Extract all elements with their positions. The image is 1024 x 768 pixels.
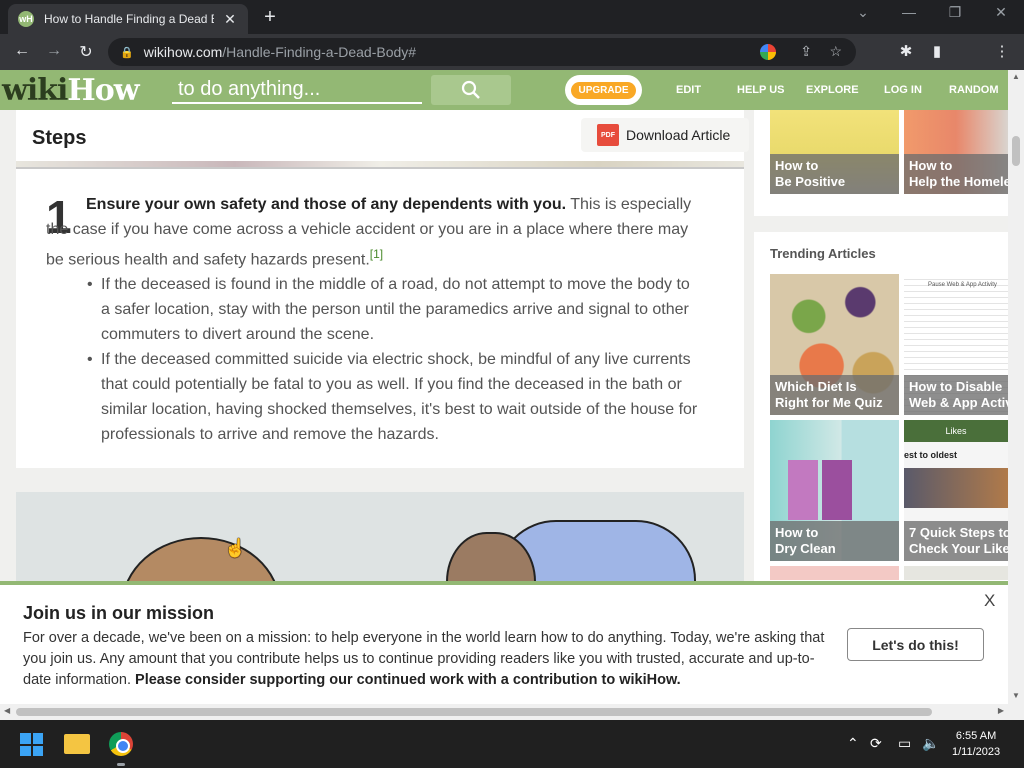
related-card-be-positive[interactable]: How to Be Positive [770,110,899,194]
vertical-scrollbar[interactable]: ▲ ▼ [1008,70,1024,704]
wikihow-header: wikiHow to do anything... UPGRADE EDIT H… [0,70,1008,110]
upgrade-button[interactable]: UPGRADE [565,75,642,105]
address-bar[interactable]: 🔒 wikihow.com/Handle-Finding-a-Dead-Body… [108,38,856,66]
forward-button[interactable]: → [42,42,66,60]
steps-heading: Steps [32,127,87,149]
thumb-text: est to oldest [904,450,958,460]
trending-card-instagram-likes[interactable]: Likes est to oldest 7 Quick Steps to Chec… [904,420,1008,561]
active-app-indicator [117,763,125,766]
trending-card-disable-web-activity[interactable]: Pause Web & App Activity How to Disable W… [904,274,1008,415]
trending-card-partial[interactable] [904,566,1008,580]
file-explorer-icon[interactable] [64,734,90,754]
download-article-button[interactable]: PDF Download Article [581,118,749,152]
mouse-cursor-icon: ☝ [224,538,247,558]
reload-button[interactable]: ↻ [74,42,98,62]
related-card-help-homeless[interactable]: How toHelp the Homeless [904,110,1008,194]
url-text: wikihow.com/Handle-Finding-a-Dead-Body# [143,44,417,60]
new-tab-button[interactable]: + [258,6,282,29]
tab-close-icon[interactable]: ✕ [222,11,238,28]
nav-explore[interactable]: EXPLORE [806,84,859,96]
trending-card-dry-clean[interactable]: How to Dry Clean [770,420,899,561]
volume-icon[interactable]: 🔈 [922,735,939,752]
nav-random[interactable]: RANDOM [949,84,999,96]
thumb-photos [904,468,1008,508]
network-icon[interactable]: ▭ [898,735,911,752]
minimize-button[interactable]: — [894,4,924,20]
thumb-shirt [788,460,818,520]
scrollbar-thumb[interactable] [16,708,932,716]
back-button[interactable]: ← [10,42,34,60]
wikihow-favicon-icon: wH [18,11,34,27]
search-button[interactable] [431,75,511,105]
nav-help-us[interactable]: HELP US [737,84,784,96]
scrollbar-thumb[interactable] [1012,136,1020,166]
donation-banner: Join us in our mission For over a decade… [0,581,1008,704]
trending-card-diet-quiz[interactable]: Which Diet Is Right for Me Quiz [770,274,899,415]
card-label: How to DisableWeb & App Activity for You… [904,375,1008,415]
related-articles: How toBe Positive How toHelp the Homeles… [754,110,1008,216]
list-item: If the deceased committed suicide via el… [87,347,701,447]
sync-icon[interactable]: ⟳ [870,735,882,752]
step-image-bottom-edge [16,161,744,169]
trending-card-partial[interactable] [770,566,899,580]
lock-icon: 🔒 [120,46,134,59]
banner-title: Join us in our mission [23,603,215,623]
tab-title: How to Handle Finding a Dead Body [44,12,214,26]
card-label: 7 Quick Steps toCheck Your Likes History… [904,521,1008,561]
list-item: If the deceased is found in the middle o… [87,272,701,347]
scroll-left-icon[interactable]: ◀ [4,706,10,715]
side-panel-icon[interactable]: ▮ [926,42,948,60]
card-label: How to Be Positive [770,154,899,194]
nav-edit[interactable]: EDIT [676,84,701,96]
browser-tab[interactable]: wH How to Handle Finding a Dead Body ✕ [8,4,248,34]
citation-link[interactable]: [1] [370,247,383,261]
nav-log-in[interactable]: LOG IN [884,84,922,96]
thumb-shirt [822,460,852,520]
card-label: How to Dry Clean [770,521,899,561]
share-icon[interactable]: ⇪ [800,43,812,60]
horizontal-scrollbar[interactable]: ◀ ▶ [0,704,1024,720]
card-label: Which Diet Is Right for Me Quiz [770,375,899,415]
lets-do-this-button[interactable]: Let's do this! [847,628,984,661]
browser-toolbar: ← → ↻ 🔒 wikihow.com/Handle-Finding-a-Dea… [0,34,1024,95]
chrome-taskbar-icon[interactable] [109,732,133,756]
thumb-text: Likes [904,420,1008,442]
scroll-up-icon[interactable]: ▲ [1012,72,1020,81]
pdf-icon: PDF [597,124,619,146]
windows-start-icon[interactable] [20,733,43,756]
google-lens-icon[interactable] [760,44,776,60]
step-text: Ensure your own safety and those of any … [46,196,692,269]
wikihow-logo[interactable]: wikiHow [2,73,140,108]
windows-taskbar: ⌃ ⟳ ▭ 🔈 6:55 AM 1/11/2023 [0,720,1024,768]
restore-button[interactable]: ❐ [940,4,970,21]
tray-chevron-icon[interactable]: ⌃ [847,735,859,752]
extensions-puzzle-icon[interactable]: ✱ [895,42,917,60]
chrome-menu-icon[interactable]: ⋮ [991,42,1013,60]
step-bullets: If the deceased is found in the middle o… [87,272,701,447]
tab-search-chevron-icon[interactable]: ⌄ [848,4,878,21]
thumb-text: Pause Web & App Activity [928,282,997,288]
close-window-button[interactable]: ✕ [986,4,1016,21]
scroll-right-icon[interactable]: ▶ [998,706,1004,715]
banner-close-button[interactable]: X [984,591,995,611]
card-label: How toHelp the Homeless [904,154,1008,194]
taskbar-clock[interactable]: 6:55 AM 1/11/2023 [952,728,1000,760]
scroll-down-icon[interactable]: ▼ [1012,691,1020,700]
trending-heading: Trending Articles [770,246,876,261]
search-icon [461,80,480,99]
bookmark-star-icon[interactable]: ☆ [829,43,842,60]
search-input[interactable]: to do anything... [172,76,422,104]
banner-text: For over a decade, we've been on a missi… [23,630,825,688]
browser-tab-bar: wH How to Handle Finding a Dead Body ✕ +… [0,0,1024,34]
